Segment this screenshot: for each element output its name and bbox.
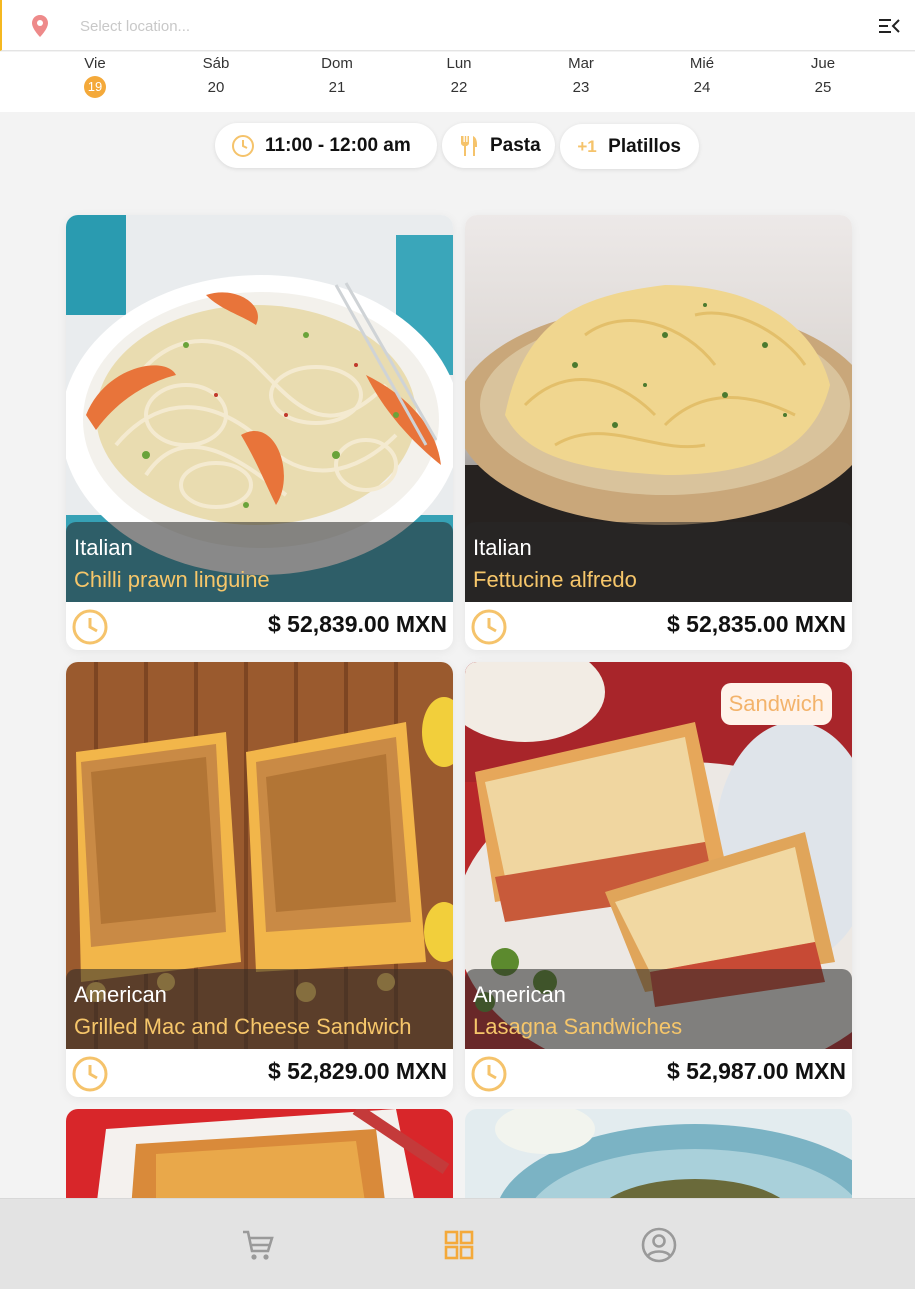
clock-icon (231, 134, 255, 158)
category-filter-chip[interactable]: Pasta (442, 123, 555, 168)
dish-card-partial[interactable] (465, 1109, 852, 1209)
day-item-vie[interactable]: Vie 19 (55, 54, 135, 98)
day-date: 20 (207, 79, 225, 96)
day-item-jue[interactable]: Jue 25 (783, 54, 863, 100)
day-name: Mar (568, 55, 594, 72)
location-input[interactable] (80, 13, 800, 39)
grid-icon[interactable] (439, 1225, 479, 1265)
dish-price: $ 52,835.00 MXN (666, 611, 846, 637)
day-name: Sáb (202, 55, 230, 72)
dish-info-overlay: Italian Fettucine alfredo (465, 522, 852, 602)
clock-icon (471, 609, 507, 645)
cart-icon[interactable] (238, 1225, 278, 1265)
day-item-mie[interactable]: Mié 24 (662, 54, 742, 100)
day-item-mar[interactable]: Mar 23 (541, 54, 621, 100)
day-name: Lun (446, 55, 472, 72)
dish-name: Grilled Mac and Cheese Sandwich (74, 1014, 412, 1039)
clock-icon (471, 1056, 507, 1092)
dishes-filter-chip[interactable]: +1 Platillos (560, 124, 699, 169)
dish-card[interactable]: Italian Chilli prawn linguine $ 52,839.0… (66, 215, 453, 650)
dishes-filter-label: Platillos (608, 135, 681, 157)
day-date: 24 (693, 79, 711, 96)
dish-name: Fettucine alfredo (473, 567, 637, 592)
dish-name: Lasagna Sandwiches (473, 1014, 683, 1039)
top-bar (0, 0, 915, 51)
dish-price: $ 52,839.00 MXN (267, 611, 447, 637)
day-name: Dom (321, 55, 353, 72)
clock-icon (72, 609, 108, 645)
day-date: 25 (814, 79, 832, 96)
account-icon[interactable] (639, 1225, 679, 1265)
dish-card-partial[interactable] (66, 1109, 453, 1209)
dish-cuisine: American (473, 982, 566, 1007)
day-item-lun[interactable]: Lun 22 (419, 54, 499, 100)
day-name: Vie (84, 55, 106, 72)
clock-icon (72, 1056, 108, 1092)
dish-price: $ 52,829.00 MXN (267, 1058, 447, 1084)
dishes-count-badge: +1 (577, 136, 597, 156)
day-selector: Vie 19 Sáb 20 Dom 21 Lun 22 Mar 23 Mié 2… (0, 52, 915, 112)
day-name: Mié (689, 55, 715, 72)
dish-info-overlay: American Grilled Mac and Cheese Sandwich (66, 969, 453, 1049)
dish-card[interactable]: American Grilled Mac and Cheese Sandwich… (66, 662, 453, 1097)
time-filter-chip[interactable]: 11:00 - 12:00 am (215, 123, 437, 168)
day-item-dom[interactable]: Dom 21 (297, 54, 377, 100)
bottom-navigation (0, 1198, 915, 1289)
dish-price: $ 52,987.00 MXN (666, 1058, 846, 1084)
time-filter-label: 11:00 - 12:00 am (265, 134, 411, 156)
day-date: 23 (572, 79, 590, 96)
dish-card[interactable]: Italian Fettucine alfredo $ 52,835.00 MX… (465, 215, 852, 650)
day-date: 22 (450, 79, 468, 96)
dish-cuisine: American (74, 982, 167, 1007)
dish-card[interactable]: Sandwich American Lasagna Sandwiches $ 5… (465, 662, 852, 1097)
dish-cuisine: Italian (473, 535, 532, 560)
day-name: Jue (810, 55, 836, 72)
category-filter-label: Pasta (490, 134, 541, 156)
fork-knife-icon (458, 134, 480, 158)
day-date: 19 (84, 76, 106, 98)
category-tag: Sandwich (720, 683, 832, 725)
day-item-sab[interactable]: Sáb 20 (176, 54, 256, 100)
dish-info-overlay: Italian Chilli prawn linguine (66, 522, 453, 602)
dish-info-overlay: American Lasagna Sandwiches (465, 969, 852, 1049)
menu-collapse-icon[interactable] (876, 14, 902, 38)
dish-name: Chilli prawn linguine (74, 567, 270, 592)
location-pin-icon[interactable] (30, 14, 50, 38)
dish-cuisine: Italian (74, 535, 133, 560)
day-date: 21 (328, 79, 346, 96)
